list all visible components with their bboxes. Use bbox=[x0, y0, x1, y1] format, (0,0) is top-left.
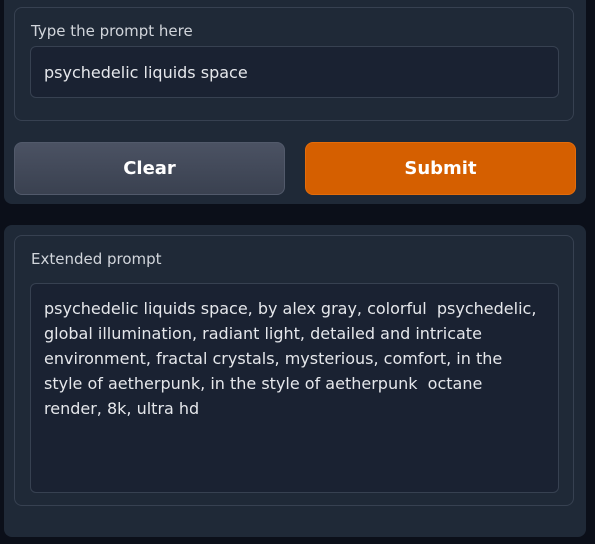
submit-button[interactable]: Submit bbox=[305, 142, 576, 195]
extended-prompt-block: Extended prompt psychedelic liquids spac… bbox=[14, 235, 574, 506]
input-panel: Type the prompt here psychedelic liquids… bbox=[4, 0, 586, 204]
extended-prompt-output[interactable]: psychedelic liquids space, by alex gray,… bbox=[30, 283, 559, 493]
output-panel: Extended prompt psychedelic liquids spac… bbox=[4, 225, 586, 537]
prompt-input[interactable]: psychedelic liquids space bbox=[30, 46, 559, 98]
extended-prompt-label: Extended prompt bbox=[31, 250, 162, 268]
clear-button[interactable]: Clear bbox=[14, 142, 285, 195]
prompt-label: Type the prompt here bbox=[31, 22, 193, 40]
prompt-block: Type the prompt here psychedelic liquids… bbox=[14, 7, 574, 121]
